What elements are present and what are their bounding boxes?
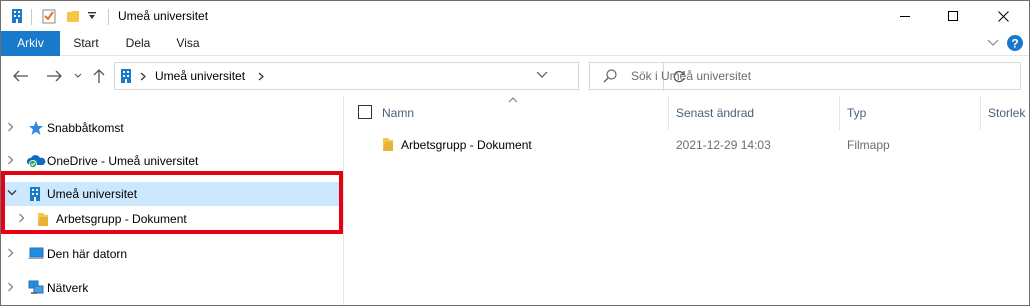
nav-item-network[interactable]: Nätverk <box>1 276 343 300</box>
column-header-size[interactable]: Storlek <box>981 96 1029 130</box>
tab-visa[interactable]: Visa <box>164 31 212 56</box>
window-title: Umeå universitet <box>118 9 209 23</box>
expand-chevron-icon[interactable] <box>7 122 14 132</box>
nav-item-label: Den här datorn <box>47 247 128 261</box>
file-modified: 2021-12-29 14:03 <box>676 138 771 152</box>
maximize-button[interactable] <box>929 1 977 31</box>
highlight-box <box>1 171 343 234</box>
svg-text:?: ? <box>1011 37 1018 51</box>
column-label: Namn <box>382 106 415 120</box>
file-type: Filmapp <box>847 138 890 152</box>
properties-icon[interactable] <box>42 8 56 24</box>
file-list-pane: Namn Senast ändrad Typ Storlek Arbetsgru… <box>344 96 1029 305</box>
column-label: Storlek <box>988 106 1026 120</box>
computer-icon <box>27 246 45 262</box>
breadcrumb-separator-icon[interactable] <box>140 72 146 81</box>
nav-item-quick-access[interactable]: Snabbåtkomst <box>1 116 343 140</box>
new-folder-icon[interactable] <box>66 9 80 23</box>
title-separator <box>108 9 109 25</box>
address-dropdown-icon[interactable] <box>536 71 548 79</box>
forward-button[interactable] <box>44 66 64 86</box>
nav-item-label: OneDrive - Umeå universitet <box>47 154 199 168</box>
column-label: Typ <box>847 106 867 120</box>
up-button[interactable] <box>91 66 107 86</box>
column-header-modified[interactable]: Senast ändrad <box>669 96 839 130</box>
column-header-type[interactable]: Typ <box>840 96 980 130</box>
sort-ascending-icon <box>508 97 518 103</box>
building-icon <box>120 68 132 84</box>
column-header-name[interactable]: Namn <box>344 96 668 130</box>
tab-start[interactable]: Start <box>60 31 112 56</box>
expand-ribbon-icon[interactable] <box>987 39 999 47</box>
expand-chevron-icon[interactable] <box>7 248 14 258</box>
file-name[interactable]: Arbetsgrupp - Dokument <box>401 138 532 152</box>
tab-dela[interactable]: Dela <box>112 31 164 56</box>
nav-item-label: Snabbåtkomst <box>47 121 124 135</box>
expand-chevron-icon[interactable] <box>7 155 14 165</box>
building-app-icon <box>11 8 23 24</box>
close-button[interactable] <box>979 1 1027 31</box>
search-icon <box>603 69 617 83</box>
recent-locations-icon[interactable] <box>72 66 84 86</box>
nav-item-label: Nätverk <box>47 281 89 295</box>
help-icon[interactable]: ? <box>1007 35 1023 51</box>
address-bar[interactable]: Umeå universitet <box>114 62 685 91</box>
search-box[interactable]: Sök i Umeå universitet <box>589 62 1021 90</box>
breadcrumb-current[interactable]: Umeå universitet <box>155 69 245 83</box>
minimize-button[interactable] <box>881 1 929 31</box>
breadcrumb-chevron-icon[interactable] <box>258 72 264 81</box>
network-icon <box>27 280 45 296</box>
select-all-checkbox[interactable] <box>358 105 372 119</box>
folder-icon <box>382 136 394 152</box>
quick-access-separator <box>31 9 32 25</box>
tab-arkiv[interactable]: Arkiv <box>1 31 60 56</box>
table-row[interactable]: Arbetsgrupp - Dokument 2021-12-29 14:03 … <box>344 134 1029 156</box>
column-label: Senast ändrad <box>676 106 755 120</box>
title-bar: Umeå universitet <box>1 1 1029 31</box>
navigation-bar: Umeå universitet Sök i Umeå universitet <box>1 56 1029 96</box>
star-icon <box>28 120 44 136</box>
ribbon-tab-bar: Arkiv Start Dela Visa ? <box>1 31 1029 56</box>
customize-toolbar-icon[interactable] <box>87 11 97 21</box>
back-button[interactable] <box>11 66 31 86</box>
expand-chevron-icon[interactable] <box>7 282 14 292</box>
search-input[interactable]: Sök i Umeå universitet <box>631 69 751 83</box>
nav-item-this-pc[interactable]: Den här datorn <box>1 242 343 266</box>
onedrive-cloud-icon <box>26 153 46 169</box>
nav-item-onedrive[interactable]: OneDrive - Umeå universitet <box>1 149 343 173</box>
